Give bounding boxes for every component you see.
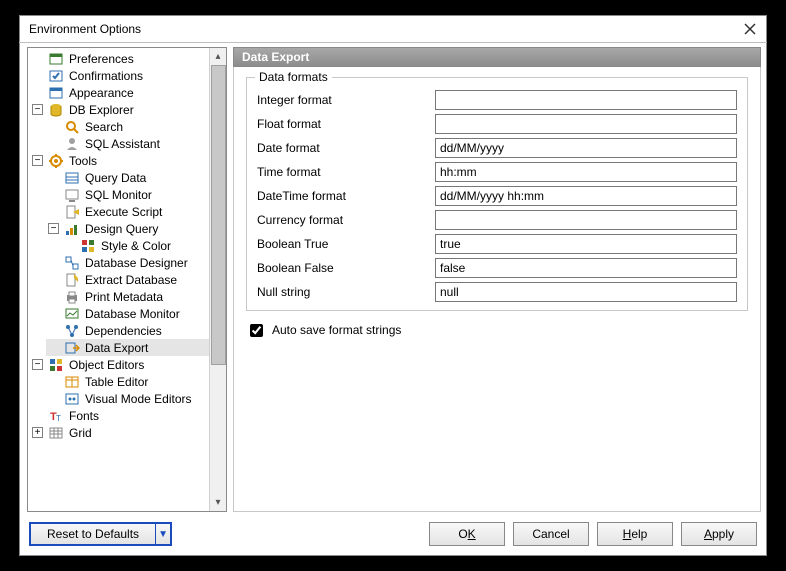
date-format-input[interactable] bbox=[435, 138, 737, 158]
tree-item-design-query[interactable]: −Design Query bbox=[46, 220, 209, 237]
currency-format-label: Currency format bbox=[257, 213, 427, 227]
help-button[interactable]: Help bbox=[597, 522, 673, 546]
dialog-footer: Reset to Defaults ▼ OK Cancel Help Apply bbox=[19, 512, 767, 556]
datetime-format-label: DateTime format bbox=[257, 189, 427, 203]
tree-item-fonts[interactable]: TTFonts bbox=[30, 407, 209, 424]
db-explorer-icon bbox=[48, 102, 64, 118]
sql-assistant-icon bbox=[64, 136, 80, 152]
tree-item-db-explorer[interactable]: −DB Explorer bbox=[30, 101, 209, 118]
integer-format-input[interactable] bbox=[435, 90, 737, 110]
reset-defaults-button[interactable]: Reset to Defaults ▼ bbox=[29, 522, 172, 546]
extract-database-icon bbox=[64, 272, 80, 288]
tree-item-database-monitor[interactable]: Database Monitor bbox=[46, 305, 209, 322]
boolean-true-label: Boolean True bbox=[257, 237, 427, 251]
tree-item-table-editor[interactable]: Table Editor bbox=[46, 373, 209, 390]
time-format-label: Time format bbox=[257, 165, 427, 179]
auto-save-label: Auto save format strings bbox=[272, 323, 401, 337]
window-title: Environment Options bbox=[29, 22, 739, 36]
collapse-icon[interactable]: − bbox=[32, 104, 43, 115]
tree-item-sql-monitor[interactable]: SQL Monitor bbox=[46, 186, 209, 203]
collapse-icon[interactable]: − bbox=[48, 223, 59, 234]
database-designer-icon bbox=[64, 255, 80, 271]
close-icon bbox=[744, 23, 756, 35]
object-editors-icon bbox=[48, 357, 64, 373]
tree-item-data-export[interactable]: Data Export bbox=[46, 339, 209, 356]
query-data-icon bbox=[64, 170, 80, 186]
scroll-down-icon[interactable]: ▾ bbox=[210, 494, 226, 511]
time-format-input[interactable] bbox=[435, 162, 737, 182]
tree-item-print-metadata[interactable]: Print Metadata bbox=[46, 288, 209, 305]
navigation-tree: Preferences Confirmations Appearance −DB… bbox=[27, 47, 227, 512]
svg-text:T: T bbox=[56, 414, 61, 423]
preferences-icon bbox=[48, 51, 64, 67]
dependencies-icon bbox=[64, 323, 80, 339]
float-format-label: Float format bbox=[257, 117, 427, 131]
currency-format-input[interactable] bbox=[435, 210, 737, 230]
tree-item-query-data[interactable]: Query Data bbox=[46, 169, 209, 186]
expand-icon[interactable]: + bbox=[32, 427, 43, 438]
tree-item-dependencies[interactable]: Dependencies bbox=[46, 322, 209, 339]
execute-script-icon bbox=[64, 204, 80, 220]
close-button[interactable] bbox=[739, 18, 761, 40]
tree-item-sql-assistant[interactable]: SQL Assistant bbox=[46, 135, 209, 152]
boolean-false-label: Boolean False bbox=[257, 261, 427, 275]
style-color-icon bbox=[80, 238, 96, 254]
reset-dropdown-arrow-icon[interactable]: ▼ bbox=[156, 524, 170, 544]
boolean-false-input[interactable] bbox=[435, 258, 737, 278]
integer-format-label: Integer format bbox=[257, 93, 427, 107]
titlebar: Environment Options bbox=[19, 15, 767, 43]
tree-item-database-designer[interactable]: Database Designer bbox=[46, 254, 209, 271]
tree-item-confirmations[interactable]: Confirmations bbox=[30, 67, 209, 84]
tools-icon bbox=[48, 153, 64, 169]
panel-header: Data Export bbox=[233, 47, 761, 67]
fonts-icon: TT bbox=[48, 408, 64, 424]
appearance-icon bbox=[48, 85, 64, 101]
tree-item-appearance[interactable]: Appearance bbox=[30, 84, 209, 101]
collapse-icon[interactable]: − bbox=[32, 155, 43, 166]
tree-item-visual-mode-editors[interactable]: Visual Mode Editors bbox=[46, 390, 209, 407]
data-export-icon bbox=[64, 340, 80, 356]
content-panel: Data Export Data formats Integer format … bbox=[233, 47, 761, 512]
tree-item-search[interactable]: Search bbox=[46, 118, 209, 135]
null-string-label: Null string bbox=[257, 285, 427, 299]
grid-icon bbox=[48, 425, 64, 441]
auto-save-checkbox[interactable] bbox=[250, 324, 263, 337]
search-icon bbox=[64, 119, 80, 135]
group-legend: Data formats bbox=[255, 70, 332, 84]
apply-button[interactable]: Apply bbox=[681, 522, 757, 546]
visual-mode-icon bbox=[64, 391, 80, 407]
scroll-up-icon[interactable]: ▴ bbox=[210, 48, 226, 65]
database-monitor-icon bbox=[64, 306, 80, 322]
data-formats-group: Data formats Integer format Float format… bbox=[246, 77, 748, 311]
print-metadata-icon bbox=[64, 289, 80, 305]
datetime-format-input[interactable] bbox=[435, 186, 737, 206]
float-format-input[interactable] bbox=[435, 114, 737, 134]
dialog-window: Environment Options Preferences Confirma… bbox=[18, 14, 768, 557]
design-query-icon bbox=[64, 221, 80, 237]
ok-button[interactable]: OK bbox=[429, 522, 505, 546]
table-editor-icon bbox=[64, 374, 80, 390]
boolean-true-input[interactable] bbox=[435, 234, 737, 254]
tree-item-object-editors[interactable]: −Object Editors bbox=[30, 356, 209, 373]
collapse-icon[interactable]: − bbox=[32, 359, 43, 370]
scroll-thumb[interactable] bbox=[211, 65, 226, 365]
null-string-input[interactable] bbox=[435, 282, 737, 302]
sql-monitor-icon bbox=[64, 187, 80, 203]
tree-item-preferences[interactable]: Preferences bbox=[30, 50, 209, 67]
tree-item-execute-script[interactable]: Execute Script bbox=[46, 203, 209, 220]
tree-scrollbar[interactable]: ▴ ▾ bbox=[209, 48, 226, 511]
confirmations-icon bbox=[48, 68, 64, 84]
date-format-label: Date format bbox=[257, 141, 427, 155]
tree-item-style-color[interactable]: Style & Color bbox=[62, 237, 209, 254]
cancel-button[interactable]: Cancel bbox=[513, 522, 589, 546]
tree-item-extract-database[interactable]: Extract Database bbox=[46, 271, 209, 288]
tree-item-grid[interactable]: +Grid bbox=[30, 424, 209, 441]
tree-item-tools[interactable]: −Tools bbox=[30, 152, 209, 169]
